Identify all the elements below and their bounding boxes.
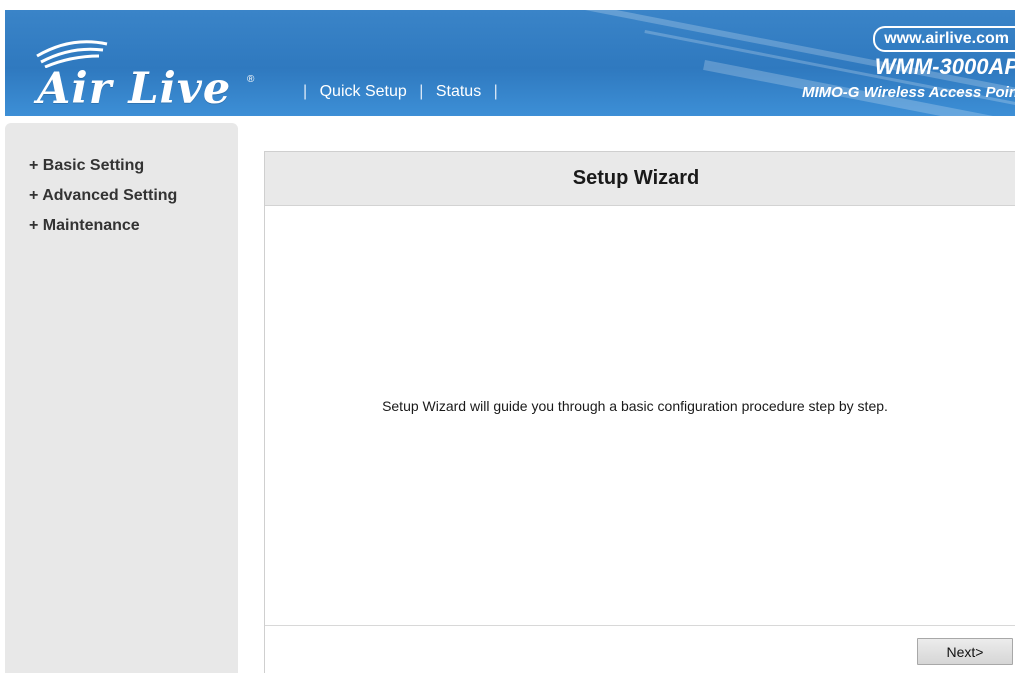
logo-text: Air Live xyxy=(37,64,232,114)
nav-separator: | xyxy=(303,83,308,100)
product-tagline: MIMO-G Wireless Access Point xyxy=(801,84,1015,101)
sidebar-menu: + Basic Setting + Advanced Setting + Mai… xyxy=(29,156,177,246)
wizard-message: Setup Wizard will guide you through a ba… xyxy=(382,398,888,414)
nav-separator: | xyxy=(419,83,424,100)
top-nav: | Quick Setup | Status | xyxy=(295,83,506,101)
nav-separator: | xyxy=(493,83,498,100)
model-name: WMM-3000AP xyxy=(874,54,1015,79)
nav-quick-setup[interactable]: Quick Setup xyxy=(320,83,407,100)
wifi-arcs-icon xyxy=(36,40,108,68)
sidebar-item-maintenance[interactable]: + Maintenance xyxy=(29,216,177,246)
sidebar: + Basic Setting + Advanced Setting + Mai… xyxy=(5,123,238,673)
website-url[interactable]: www.airlive.com xyxy=(873,26,1015,52)
panel-title: Setup Wizard xyxy=(265,152,1015,206)
next-button[interactable]: Next> xyxy=(917,638,1013,665)
registered-mark: ® xyxy=(247,74,255,85)
airlive-logo[interactable]: Air Live ® xyxy=(27,34,267,114)
nav-status[interactable]: Status xyxy=(436,83,481,100)
setup-wizard-panel: Setup Wizard Setup Wizard will guide you… xyxy=(264,151,1015,673)
sidebar-item-advanced-setting[interactable]: + Advanced Setting xyxy=(29,186,177,216)
page: Air Live ® | Quick Setup | Status | www.… xyxy=(0,0,1015,673)
sidebar-item-basic-setting[interactable]: + Basic Setting xyxy=(29,156,177,186)
header-banner: Air Live ® | Quick Setup | Status | www.… xyxy=(5,10,1015,116)
panel-footer: Next> xyxy=(265,625,1015,673)
